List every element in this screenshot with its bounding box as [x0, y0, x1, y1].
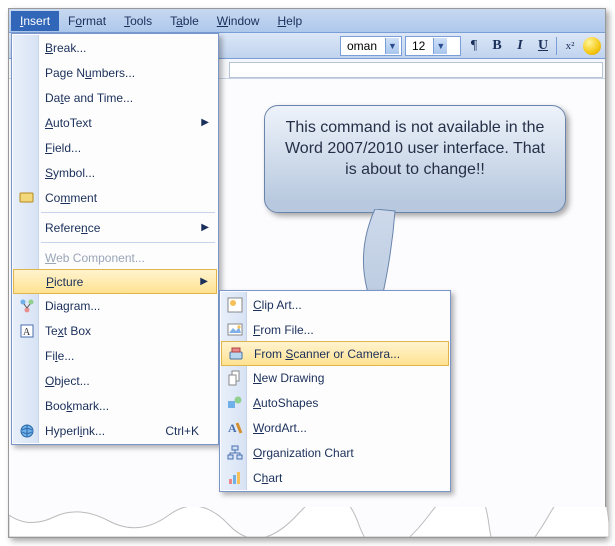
picture-item-wordart[interactable]: A WordArt... — [221, 415, 449, 440]
menu-separator — [41, 242, 215, 243]
picture-item-from-scanner-or-camera[interactable]: From Scanner or Camera... — [221, 341, 449, 366]
menu-item-label: File... — [45, 349, 74, 363]
app-window: InsertFormatToolsTableWindowHelp oman ▼ … — [8, 8, 606, 538]
menu-item-label: Hyperlink... — [45, 424, 105, 438]
chart-icon — [226, 469, 244, 487]
size-combo[interactable]: 12 ▼ — [405, 36, 461, 56]
textbox-icon: A — [18, 322, 36, 340]
menu-item-label: Organization Chart — [253, 446, 354, 460]
picture-item-chart[interactable]: Chart — [221, 465, 449, 490]
menubar: InsertFormatToolsTableWindowHelp — [9, 9, 605, 33]
hyperlink-icon — [18, 422, 36, 440]
insert-item-bookmark[interactable]: Bookmark... — [13, 393, 217, 418]
picture-item-autoshapes[interactable]: AutoShapes — [221, 390, 449, 415]
menu-item-label: Date and Time... — [45, 91, 133, 105]
menu-item-label: WordArt... — [253, 421, 307, 435]
dropdown-arrow-icon[interactable]: ▼ — [433, 38, 447, 54]
menu-shortcut: Ctrl+K — [165, 424, 199, 438]
svg-text:A: A — [228, 421, 237, 435]
superscript-button[interactable]: x² — [560, 36, 580, 56]
menu-item-label: Object... — [45, 374, 90, 388]
insert-item-hyperlink[interactable]: Hyperlink... Ctrl+K — [13, 418, 217, 443]
menu-table[interactable]: Table — [161, 11, 208, 31]
menu-item-label: From Scanner or Camera... — [254, 347, 400, 361]
picture-item-clip-art[interactable]: Clip Art... — [221, 292, 449, 317]
menu-separator — [41, 212, 215, 213]
menu-item-label: Diagram... — [45, 299, 100, 313]
menu-item-label: Clip Art... — [253, 298, 302, 312]
dropdown-arrow-icon[interactable]: ▼ — [385, 38, 399, 54]
menu-item-label: Reference — [45, 221, 100, 235]
picture-submenu: Clip Art... From File... From Scanner or C… — [219, 290, 451, 492]
insert-item-break[interactable]: Break... — [13, 35, 217, 60]
menu-item-label: Break... — [45, 41, 86, 55]
picture-item-organization-chart[interactable]: Organization Chart — [221, 440, 449, 465]
insert-item-field[interactable]: Field... — [13, 135, 217, 160]
menu-item-label: Chart — [253, 471, 282, 485]
insert-item-symbol[interactable]: Symbol... — [13, 160, 217, 185]
insert-item-autotext[interactable]: AutoText ▶ — [13, 110, 217, 135]
menu-item-label: AutoShapes — [253, 396, 318, 410]
svg-text:A: A — [23, 327, 31, 338]
bold-button[interactable]: B — [487, 36, 507, 56]
menu-item-label: Symbol... — [45, 166, 95, 180]
highlight-color-icon[interactable] — [583, 37, 601, 55]
callout-text: This command is not available in the Wor… — [285, 119, 545, 178]
submenu-arrow-icon: ▶ — [201, 222, 209, 233]
menu-item-label: Field... — [45, 141, 81, 155]
font-combo-value: oman — [347, 39, 377, 53]
size-combo-value: 12 — [412, 39, 425, 53]
menu-item-label: Picture — [46, 275, 83, 289]
underline-button[interactable]: U — [533, 36, 553, 56]
insert-item-comment[interactable]: Comment — [13, 185, 217, 210]
insert-item-picture[interactable]: Picture ▶ — [13, 269, 217, 294]
insert-item-object[interactable]: Object... — [13, 368, 217, 393]
menu-help[interactable]: Help — [268, 11, 311, 31]
picture-item-new-drawing[interactable]: New Drawing — [221, 365, 449, 390]
font-combo[interactable]: oman ▼ — [340, 36, 402, 56]
autoshapes-icon — [226, 394, 244, 412]
picture-item-from-file[interactable]: From File... — [221, 317, 449, 342]
menu-item-label: AutoText — [45, 116, 92, 130]
menu-item-label: Comment — [45, 191, 97, 205]
comment-icon — [18, 189, 36, 207]
newdrawing-icon — [226, 369, 244, 387]
insert-item-web-component: Web Component... — [13, 245, 217, 270]
scanner-icon — [227, 345, 245, 363]
menu-item-label: Bookmark... — [45, 399, 109, 413]
insert-item-reference[interactable]: Reference ▶ — [13, 215, 217, 240]
diagram-icon — [18, 297, 36, 315]
menu-window[interactable]: Window — [208, 11, 269, 31]
menu-format[interactable]: Format — [59, 11, 115, 31]
insert-item-diagram[interactable]: Diagram... — [13, 293, 217, 318]
fromfile-icon — [226, 321, 244, 339]
insert-item-file[interactable]: File... — [13, 343, 217, 368]
clipart-icon — [226, 296, 244, 314]
menu-item-label: From File... — [253, 323, 314, 337]
menu-item-label: Page Numbers... — [45, 66, 135, 80]
callout-bubble: This command is not available in the Wor… — [264, 105, 566, 213]
italic-button[interactable]: I — [510, 36, 530, 56]
menu-item-label: Web Component... — [45, 251, 145, 265]
menu-item-label: Text Box — [45, 324, 91, 338]
insert-item-date-and-time[interactable]: Date and Time... — [13, 85, 217, 110]
menu-tools[interactable]: Tools — [115, 11, 161, 31]
menu-item-label: New Drawing — [253, 371, 324, 385]
insert-item-page-numbers[interactable]: Page Numbers... — [13, 60, 217, 85]
submenu-arrow-icon: ▶ — [200, 276, 208, 287]
insert-item-text-box[interactable]: A Text Box — [13, 318, 217, 343]
wordart-icon: A — [226, 419, 244, 437]
submenu-arrow-icon: ▶ — [201, 117, 209, 128]
pilcrow-button[interactable]: ¶ — [464, 36, 484, 56]
insert-menu: Break... Page Numbers... Date and Time... A… — [11, 33, 219, 445]
orgchart-icon — [226, 444, 244, 462]
menu-insert[interactable]: Insert — [11, 11, 59, 31]
